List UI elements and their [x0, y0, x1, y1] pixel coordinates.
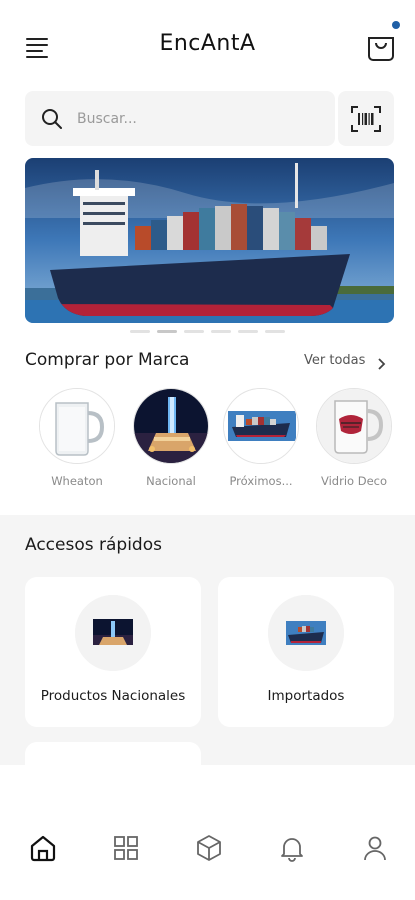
- quick-access-thumbnail: [75, 595, 151, 671]
- brand-name: Wheaton: [51, 474, 103, 488]
- search-input[interactable]: [77, 101, 317, 136]
- app-title: EncAntA: [159, 31, 256, 56]
- promo-banner[interactable]: [25, 158, 394, 323]
- quick-access-label: Importados: [267, 688, 345, 704]
- brand-logo: [39, 388, 115, 464]
- brand-item-wheaton[interactable]: Wheaton: [39, 388, 115, 488]
- grid-icon[interactable]: [111, 833, 141, 863]
- brand-item-nacional[interactable]: Nacional: [133, 388, 209, 488]
- brand-name: Próximos...: [229, 474, 293, 488]
- monument-night-image: [134, 389, 208, 463]
- brand-item-proximos[interactable]: Próximos...: [223, 388, 299, 488]
- search-bar: [25, 91, 335, 146]
- bell-icon[interactable]: [277, 833, 307, 863]
- brand-logo: [133, 388, 209, 464]
- brand-logo: [223, 388, 299, 464]
- brand-logo: [316, 388, 392, 464]
- container-ship-image: [224, 389, 298, 463]
- barcode-scan-button[interactable]: [338, 91, 394, 146]
- quick-access-thumbnail: [268, 595, 344, 671]
- chevron-right-icon[interactable]: [377, 355, 387, 374]
- user-icon[interactable]: [360, 833, 390, 863]
- app-header: EncAntA: [0, 0, 415, 90]
- quick-access-importados[interactable]: Importados: [218, 577, 394, 727]
- quick-access-productos-nacionales[interactable]: Productos Nacionales: [25, 577, 201, 727]
- search-icon: [41, 108, 63, 130]
- quick-access-title: Accesos rápidos: [25, 535, 162, 555]
- brands-section-title: Comprar por Marca: [25, 350, 190, 370]
- decorated-mug-image: [317, 389, 391, 463]
- barcode-scan-icon: [351, 106, 381, 132]
- brand-item-vidrio-deco[interactable]: Vidrio Deco: [316, 388, 392, 488]
- quick-access-label: Productos Nacionales: [40, 688, 186, 704]
- brand-name: Nacional: [146, 474, 196, 488]
- see-all-brands-link[interactable]: Ver todas: [304, 353, 365, 368]
- home-icon[interactable]: [28, 833, 58, 863]
- shopping-bag-icon[interactable]: [366, 30, 396, 62]
- box-icon[interactable]: [194, 833, 224, 863]
- cart-badge: [392, 21, 400, 29]
- brand-name: Vidrio Deco: [320, 474, 387, 488]
- container-ship-image: [25, 158, 394, 323]
- monument-night-image: [75, 595, 151, 671]
- container-ship-image: [268, 595, 344, 671]
- glass-mug-image: [40, 389, 114, 463]
